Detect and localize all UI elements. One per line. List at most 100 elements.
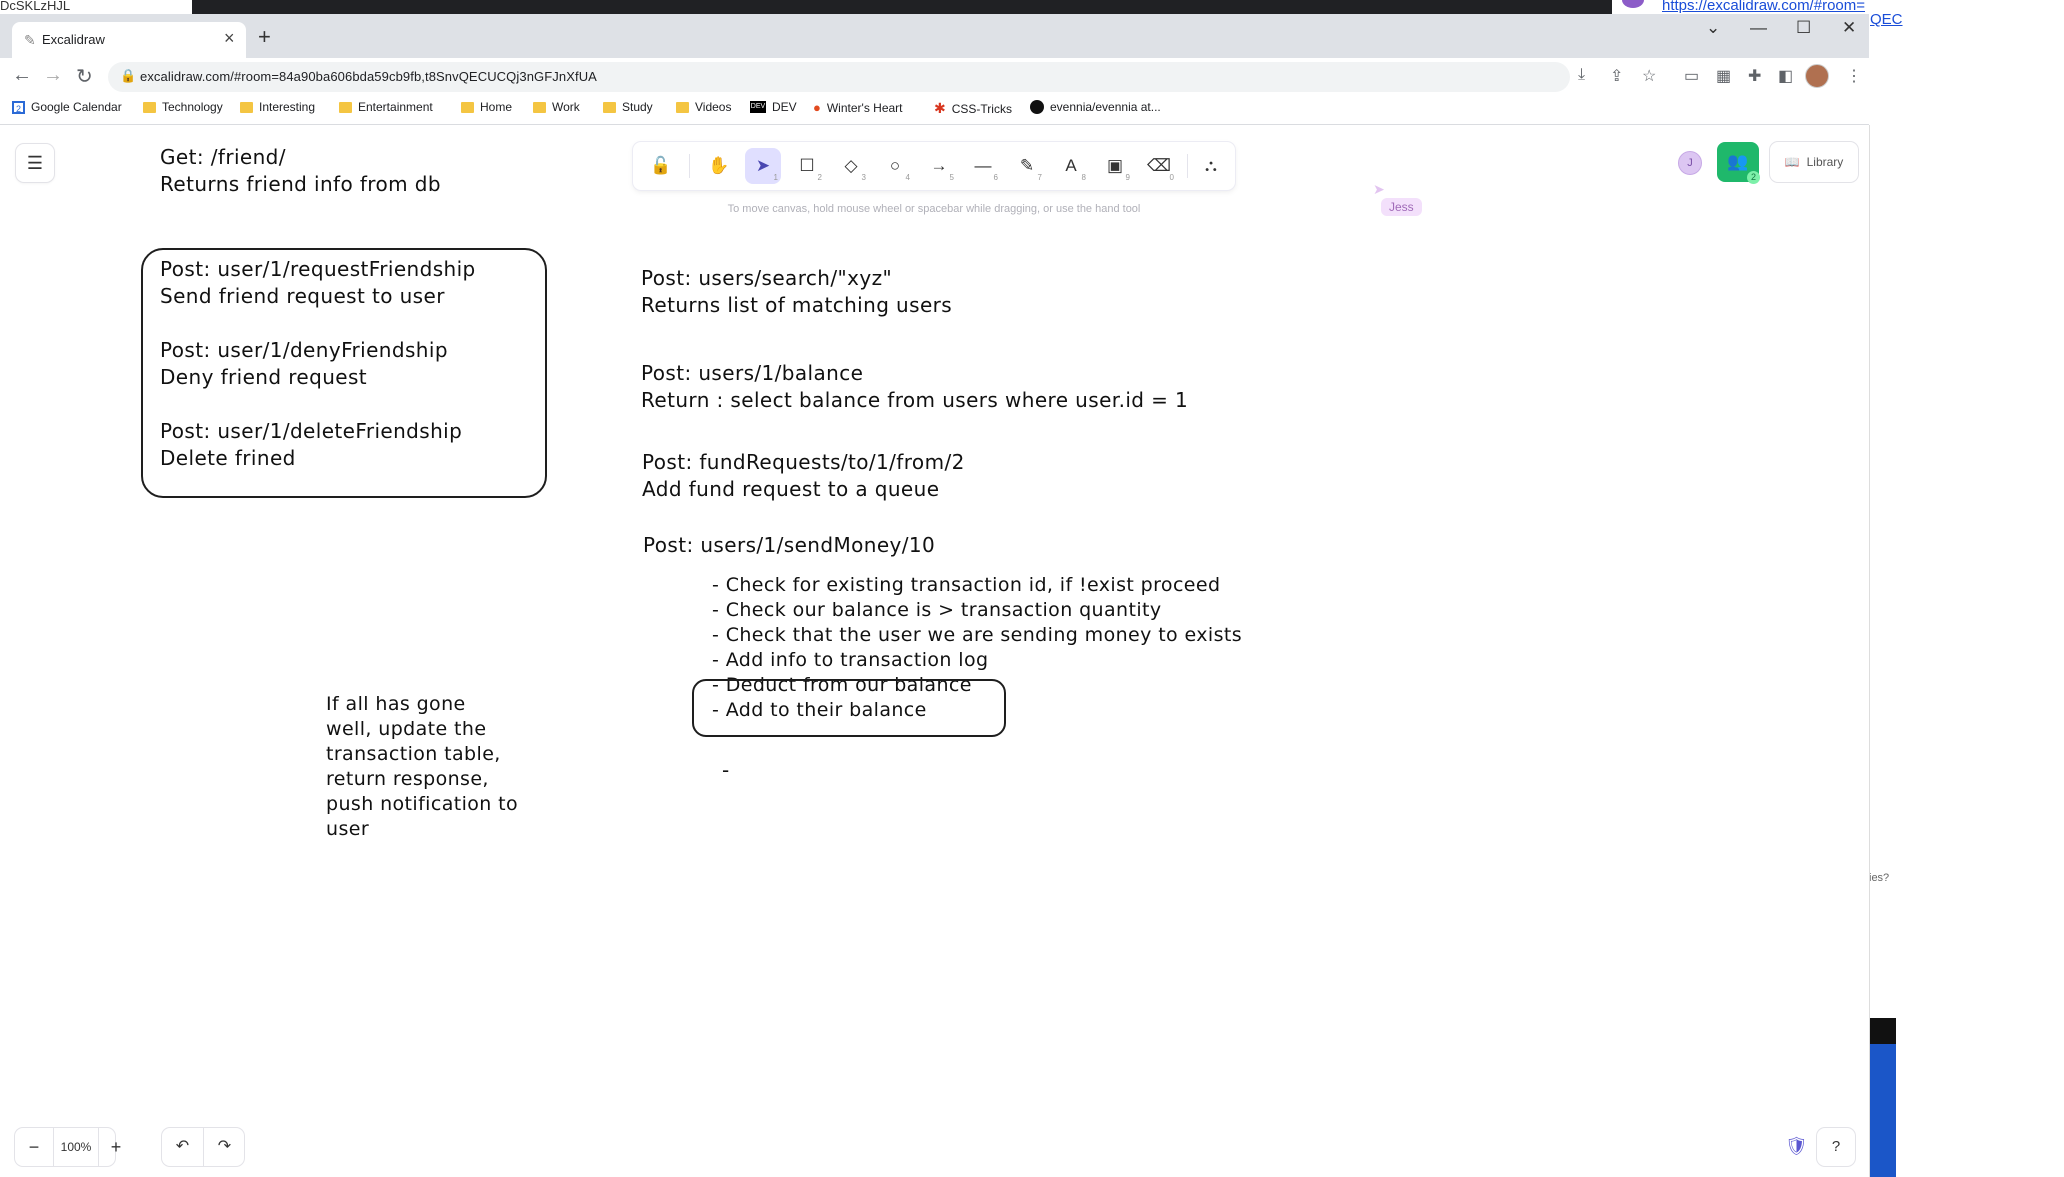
folder-icon xyxy=(676,101,689,113)
collaborator-name-tag: Jess xyxy=(1381,198,1422,216)
note-balance[interactable]: Post: users/1/balance Return : select ba… xyxy=(641,360,1188,414)
bookmark-dev[interactable]: DEV DEV xyxy=(750,100,797,114)
library-label: Library xyxy=(1806,155,1844,169)
bookmark-interesting[interactable]: Interesting xyxy=(240,100,315,114)
close-tab-icon[interactable]: × xyxy=(224,28,235,49)
bookmark-evennia[interactable]: evennia/evennia at... xyxy=(1030,100,1161,114)
background-bar xyxy=(1869,1018,1896,1044)
rectangle-icon[interactable]: ☐ 2 xyxy=(789,148,825,184)
profile-avatar[interactable] xyxy=(1805,64,1829,88)
bookmark-google-calendar[interactable]: 2 Google Calendar xyxy=(12,100,122,114)
collaborator-avatar[interactable]: J xyxy=(1678,151,1702,175)
history-controls: ↶ ↷ xyxy=(162,1128,244,1166)
minimize-button[interactable]: — xyxy=(1750,18,1767,38)
undo-button[interactable]: ↶ xyxy=(162,1128,203,1166)
hand-icon[interactable]: ✋ xyxy=(701,148,737,184)
library-button[interactable]: 📖 Library xyxy=(1770,142,1858,182)
new-tab-button[interactable]: + xyxy=(258,24,271,50)
folder-icon xyxy=(240,101,253,113)
redo-button[interactable]: ↷ xyxy=(203,1128,245,1166)
bookmark-css-tricks[interactable]: ✱ CSS-Tricks xyxy=(934,100,1012,117)
book-icon: 📖 xyxy=(1784,155,1800,169)
arrow-icon[interactable]: → 5 xyxy=(921,148,957,184)
pencil-icon[interactable]: ✎ 7 xyxy=(1009,148,1045,184)
background-text-fragment: ies? xyxy=(1869,872,1890,884)
dev-icon: DEV xyxy=(750,101,766,113)
toolbar-divider xyxy=(689,154,690,178)
zoom-level[interactable]: 100% xyxy=(53,1128,99,1166)
background-link-fragment[interactable]: QEC xyxy=(1870,11,1903,28)
lock-icon[interactable]: 🔓 xyxy=(643,148,679,184)
background-link[interactable]: https://excalidraw.com/#room= xyxy=(1662,0,1865,14)
note-get-friend[interactable]: Get: /friend/ Returns friend info from d… xyxy=(160,144,441,198)
google-calendar-icon: 2 xyxy=(12,100,25,114)
tab-search-icon[interactable]: ⌄ xyxy=(1706,18,1720,38)
folder-icon xyxy=(143,101,156,113)
maximize-button[interactable]: ☐ xyxy=(1796,18,1811,38)
folder-icon xyxy=(603,101,616,113)
excalidraw-toolbar: 🔓 ✋ ➤ 1 ☐ 2 ◇ 3 ○ 4 → 5 —6 ✎ 7 A8 ▣ 9 ⌫ 0 ⛬ xyxy=(633,142,1235,190)
extension-grid-icon[interactable]: ▦ xyxy=(1716,66,1731,86)
github-icon xyxy=(1030,100,1044,114)
line-icon[interactable]: —6 xyxy=(965,148,1001,184)
flame-icon: ● xyxy=(813,100,821,115)
shapes-library-icon[interactable]: ⛬ xyxy=(1193,148,1229,184)
folder-icon xyxy=(461,101,474,113)
cast-icon[interactable]: ▭ xyxy=(1684,66,1699,86)
bookmark-work[interactable]: Work xyxy=(533,100,580,114)
note-search[interactable]: Post: users/search/"xyz" Returns list of… xyxy=(641,265,952,319)
bookmark-star-icon[interactable]: ☆ xyxy=(1642,66,1656,86)
note-send-money[interactable]: Post: users/1/sendMoney/10 xyxy=(643,532,935,559)
bookmark-home[interactable]: Home xyxy=(461,100,512,114)
selection-icon[interactable]: ➤ 1 xyxy=(745,148,781,184)
zoom-in-button[interactable]: + xyxy=(97,1128,135,1166)
bookmark-winters-heart[interactable]: ● Winter's Heart xyxy=(813,100,903,115)
text-icon[interactable]: A8 xyxy=(1053,148,1089,184)
omnibox[interactable]: 🔒 excalidraw.com/#room=84a90ba606bda59cb… xyxy=(108,62,1570,92)
folder-icon xyxy=(533,101,546,113)
main-menu-button[interactable]: ☰ xyxy=(16,144,54,182)
url-text[interactable]: excalidraw.com/#room=84a90ba606bda59cb9f… xyxy=(140,69,597,84)
ellipse-icon[interactable]: ○ 4 xyxy=(877,148,913,184)
bookmarks-bar: 2 Google Calendar Technology Interesting … xyxy=(0,96,1869,125)
install-app-icon[interactable]: ⤓ xyxy=(1578,66,1585,84)
eraser-icon[interactable]: ⌫ 0 xyxy=(1141,148,1177,184)
background-window: QEC ies? xyxy=(1869,11,2064,1177)
tab-strip xyxy=(0,14,1869,58)
zoom-out-button[interactable]: − xyxy=(15,1128,53,1166)
back-button[interactable]: ← xyxy=(12,64,32,87)
background-avatar xyxy=(1622,0,1644,8)
desktop-bar xyxy=(192,0,1612,14)
note-friendship-endpoints[interactable]: Post: user/1/requestFriendship Send frie… xyxy=(160,256,476,472)
forward-button[interactable]: → xyxy=(43,64,63,87)
side-panel-icon[interactable]: ◧ xyxy=(1778,66,1793,86)
balance-steps-box[interactable] xyxy=(692,679,1006,737)
help-button[interactable]: ? xyxy=(1817,1128,1855,1166)
bookmark-study[interactable]: Study xyxy=(603,100,653,114)
collaborator-count-badge: 2 xyxy=(1747,171,1760,184)
lock-icon[interactable]: 🔒 xyxy=(120,68,136,84)
image-icon[interactable]: ▣ 9 xyxy=(1097,148,1133,184)
users-icon: 👥 xyxy=(1727,152,1749,171)
zoom-controls: − 100% + xyxy=(15,1128,121,1166)
diamond-icon[interactable]: ◇ 3 xyxy=(833,148,869,184)
share-icon[interactable]: ⇪ xyxy=(1610,66,1623,86)
note-dash[interactable]: - xyxy=(722,757,730,784)
tab-title: Excalidraw xyxy=(42,32,105,47)
close-window-button[interactable]: ✕ xyxy=(1842,18,1856,38)
browser-tab[interactable]: ✎ Excalidraw × xyxy=(12,22,246,58)
note-summary[interactable]: If all has gone well, update the transac… xyxy=(326,692,518,842)
background-strip: DcSKLzHJL https://excalidraw.com/#room= xyxy=(0,0,2064,14)
bookmark-technology[interactable]: Technology xyxy=(143,100,223,114)
bookmark-entertainment[interactable]: Entertainment xyxy=(339,100,433,114)
background-text: DcSKLzHJL xyxy=(0,0,71,13)
note-fund-requests[interactable]: Post: fundRequests/to/1/from/2 Add fund … xyxy=(642,449,965,503)
extensions-puzzle-icon[interactable]: ✚ xyxy=(1748,66,1761,86)
encryption-shield-icon[interactable]: 🛡 xyxy=(1785,1136,1808,1157)
css-tricks-icon: ✱ xyxy=(934,100,946,116)
more-menu-icon[interactable]: ⋮ xyxy=(1846,66,1862,86)
excalidraw-favicon-icon: ✎ xyxy=(24,32,36,48)
reload-button[interactable]: ↻ xyxy=(76,64,93,89)
bookmark-videos[interactable]: Videos xyxy=(676,100,731,114)
toolbar-divider xyxy=(1187,154,1188,178)
